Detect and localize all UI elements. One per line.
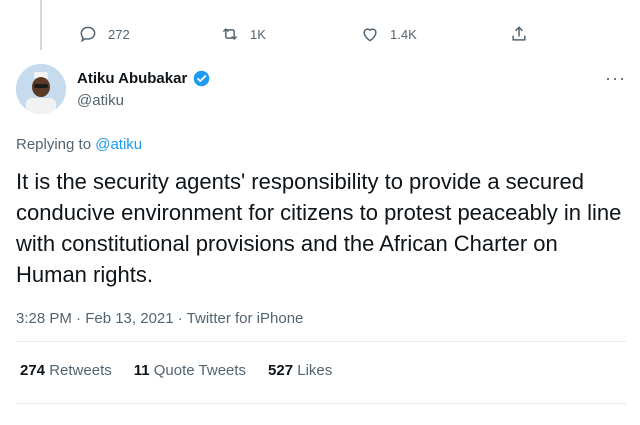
tweet-author-header: Atiku Abubakar @atiku ···: [16, 64, 626, 118]
share-action[interactable]: [509, 24, 529, 44]
reply-action[interactable]: 272: [78, 24, 130, 44]
reply-icon: [80, 26, 96, 43]
heart-icon: [363, 28, 377, 42]
engagement-stats: 274 Retweets 11 Quote Tweets 527 Likes: [20, 362, 332, 379]
verified-badge-icon: [194, 70, 210, 87]
tweet-timestamp[interactable]: 3:28 PM · Feb 13, 2021 · Twitter for iPh…: [16, 310, 303, 327]
retweet-count: 1K: [250, 26, 266, 42]
quote-tweets-value: 11: [133, 362, 150, 379]
likes-value: 527: [268, 362, 294, 379]
quote-tweets-stat[interactable]: 11 Quote Tweets: [134, 362, 246, 379]
retweets-label: Retweets: [49, 362, 112, 379]
share-icon: [512, 26, 526, 41]
divider: [16, 403, 626, 404]
replying-to-mention[interactable]: @atiku: [95, 136, 142, 153]
likes-stat[interactable]: 527 Likes: [268, 362, 332, 379]
retweet-action[interactable]: 1K: [220, 24, 266, 44]
like-count: 1.4K: [390, 26, 417, 42]
avatar[interactable]: [16, 64, 66, 114]
likes-label: Likes: [297, 362, 333, 379]
avatar-image: [16, 64, 66, 114]
retweets-stat[interactable]: 274 Retweets: [20, 362, 112, 379]
tweet-text: It is the security agents' responsibilit…: [16, 169, 622, 287]
author-name-row: Atiku Abubakar: [77, 70, 210, 87]
more-options-icon[interactable]: ···: [605, 68, 626, 89]
reply-count: 272: [108, 26, 130, 42]
replying-to-line: Replying to @atiku: [16, 136, 142, 153]
author-name[interactable]: Atiku Abubakar: [77, 70, 187, 87]
author-handle[interactable]: @atiku: [77, 92, 124, 109]
replying-to-prefix: Replying to: [16, 136, 92, 153]
thread-connector-line: [40, 0, 42, 50]
like-action[interactable]: 1.4K: [360, 24, 417, 44]
divider: [16, 341, 626, 342]
quote-tweets-label: Quote Tweets: [153, 362, 247, 379]
retweets-value: 274: [20, 362, 46, 379]
retweet-icon: [222, 27, 238, 41]
